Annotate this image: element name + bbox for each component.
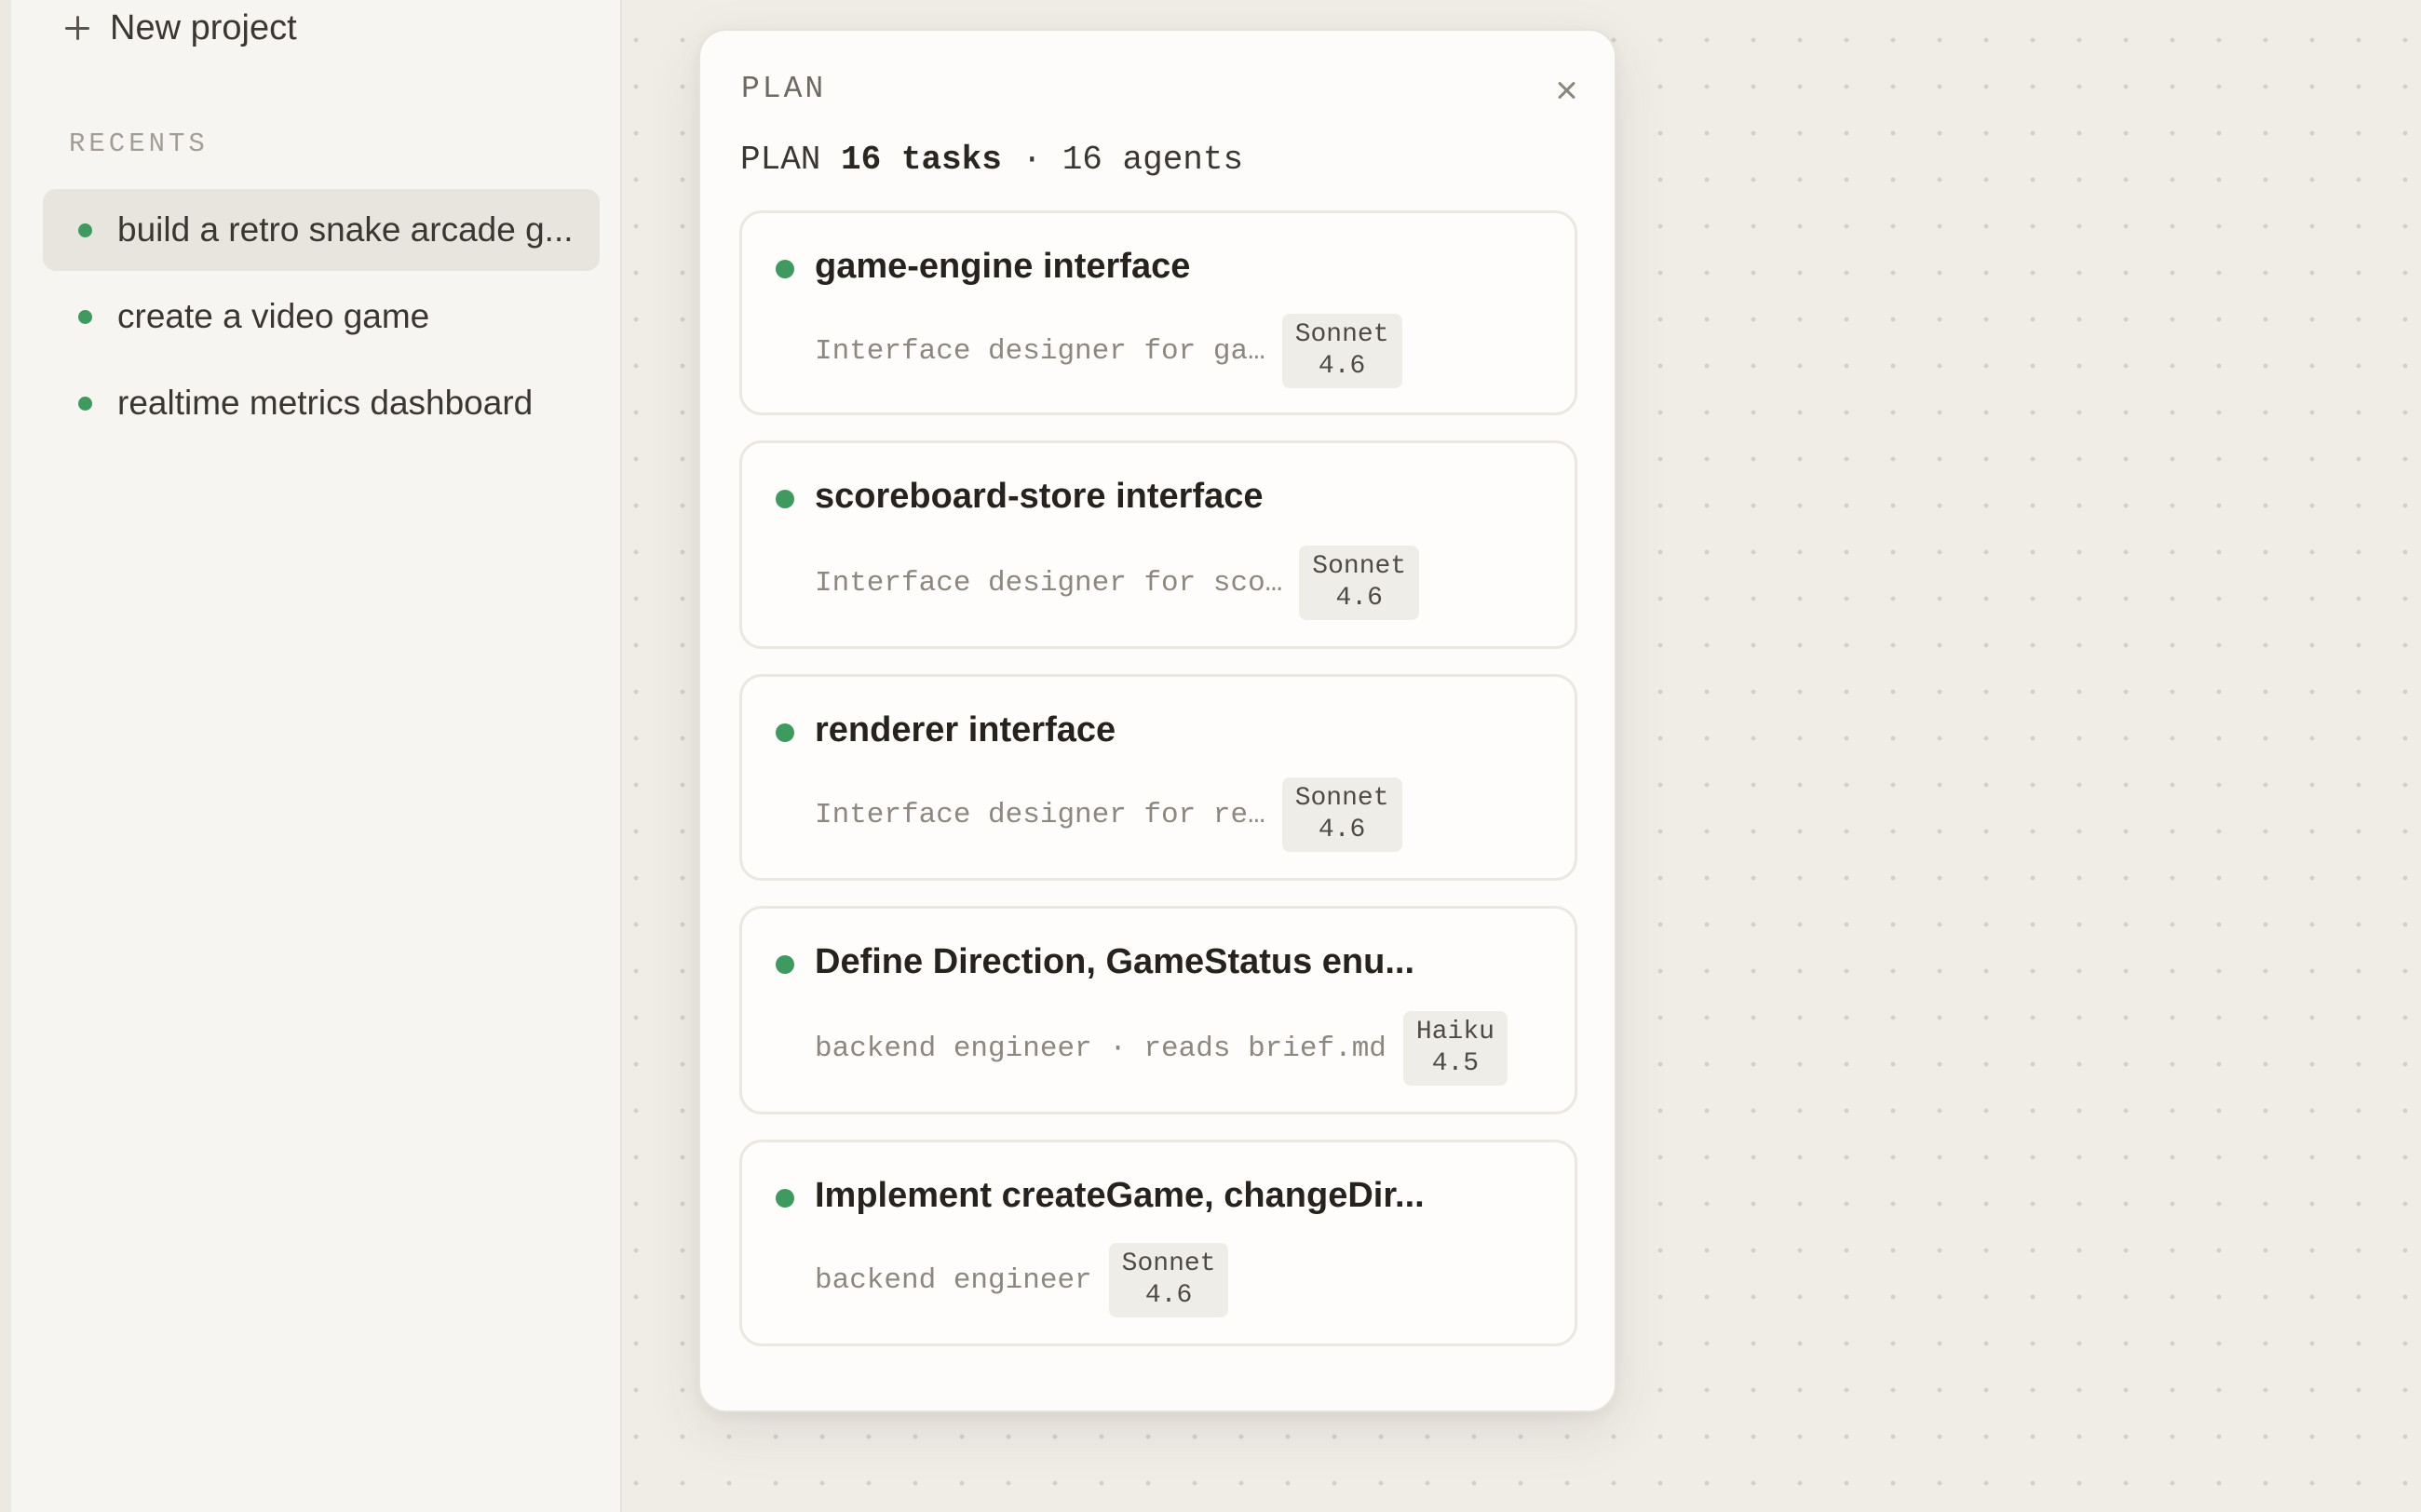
- task-card[interactable]: Implement createGame, changeDir... backe…: [739, 1140, 1577, 1346]
- status-dot-icon: [776, 955, 794, 974]
- model-badge: Haiku 4.5: [1402, 1011, 1508, 1086]
- summary-task-count: 16 tasks: [841, 141, 1002, 179]
- task-description: Interface designer for ga…: [815, 334, 1265, 368]
- model-name: Sonnet: [1294, 320, 1389, 349]
- status-dot-icon: [78, 309, 92, 324]
- task-meta: Interface designer for sco… Sonnet 4.6: [815, 546, 1420, 620]
- recent-item-snake-arcade[interactable]: build a retro snake arcade g...: [43, 189, 600, 271]
- task-card[interactable]: renderer interface Interface designer fo…: [739, 674, 1577, 881]
- model-version: 4.6: [1335, 584, 1383, 613]
- model-name: Sonnet: [1294, 784, 1389, 813]
- recent-item-label: realtime metrics dashboard: [117, 384, 534, 422]
- model-version: 4.6: [1318, 816, 1366, 844]
- plus-icon: [65, 16, 89, 40]
- model-badge: Sonnet 4.6: [1281, 314, 1402, 388]
- recent-item-metrics-dashboard[interactable]: realtime metrics dashboard: [43, 362, 600, 444]
- task-title: Implement createGame, changeDir...: [815, 1176, 1425, 1215]
- task-card[interactable]: game-engine interface Interface designer…: [739, 210, 1577, 415]
- task-meta: backend engineer Sonnet 4.6: [815, 1243, 1229, 1317]
- task-meta: Interface designer for ga… Sonnet 4.6: [815, 314, 1402, 388]
- recent-item-label: create a video game: [117, 297, 430, 335]
- recent-list: build a retro snake arcade g... create a…: [43, 189, 600, 449]
- plan-summary: PLAN 16 tasks · 16 agents: [740, 141, 1243, 179]
- summary-separator: ·: [1021, 141, 1043, 179]
- task-card[interactable]: Define Direction, GameStatus enu... back…: [739, 906, 1577, 1114]
- status-dot-icon: [776, 490, 794, 508]
- model-badge: Sonnet 4.6: [1299, 546, 1420, 620]
- status-dot-icon: [776, 723, 794, 742]
- task-meta: Interface designer for re… Sonnet 4.6: [815, 777, 1402, 852]
- task-description: Interface designer for sco…: [815, 566, 1283, 600]
- task-description: Interface designer for re…: [815, 798, 1265, 831]
- new-project-button[interactable]: New project: [65, 2, 297, 54]
- recents-heading: RECENTS: [69, 128, 209, 159]
- model-version: 4.6: [1318, 352, 1366, 381]
- status-dot-icon: [776, 1189, 794, 1208]
- summary-agent-count: 16 agents: [1062, 141, 1244, 179]
- recent-item-label: build a retro snake arcade g...: [117, 210, 574, 249]
- model-version: 4.6: [1144, 1281, 1193, 1310]
- task-title: game-engine interface: [815, 247, 1191, 286]
- model-name: Sonnet: [1121, 1249, 1216, 1278]
- sidebar: New project RECENTS build a retro snake …: [0, 0, 622, 1512]
- status-dot-icon: [78, 396, 92, 411]
- task-description: backend engineer: [815, 1263, 1092, 1297]
- task-title: renderer interface: [815, 710, 1116, 749]
- status-dot-icon: [78, 223, 92, 237]
- task-title: Define Direction, GameStatus enu...: [815, 942, 1415, 981]
- model-name: Haiku: [1415, 1018, 1495, 1046]
- task-meta: backend engineer · reads brief.md Haiku 4…: [815, 1011, 1508, 1086]
- plan-panel: PLAN PLAN 16 tasks · 16 agents game-engi…: [698, 29, 1616, 1412]
- recent-item-video-game[interactable]: create a video game: [43, 276, 600, 358]
- close-icon[interactable]: [1549, 74, 1583, 107]
- task-description: backend engineer · reads brief.md: [815, 1032, 1386, 1065]
- status-dot-icon: [776, 260, 794, 278]
- summary-prefix: PLAN: [740, 141, 821, 179]
- task-title: scoreboard-store interface: [815, 477, 1264, 516]
- model-badge: Sonnet 4.6: [1281, 777, 1402, 852]
- model-name: Sonnet: [1312, 552, 1407, 581]
- model-version: 4.5: [1431, 1049, 1480, 1078]
- panel-title: PLAN: [741, 72, 827, 106]
- new-project-label: New project: [110, 7, 297, 47]
- task-list: game-engine interface Interface designer…: [739, 210, 1577, 1371]
- model-badge: Sonnet 4.6: [1108, 1243, 1229, 1317]
- app-root: New project RECENTS build a retro snake …: [0, 0, 2421, 1512]
- task-card[interactable]: scoreboard-store interface Interface des…: [739, 440, 1577, 649]
